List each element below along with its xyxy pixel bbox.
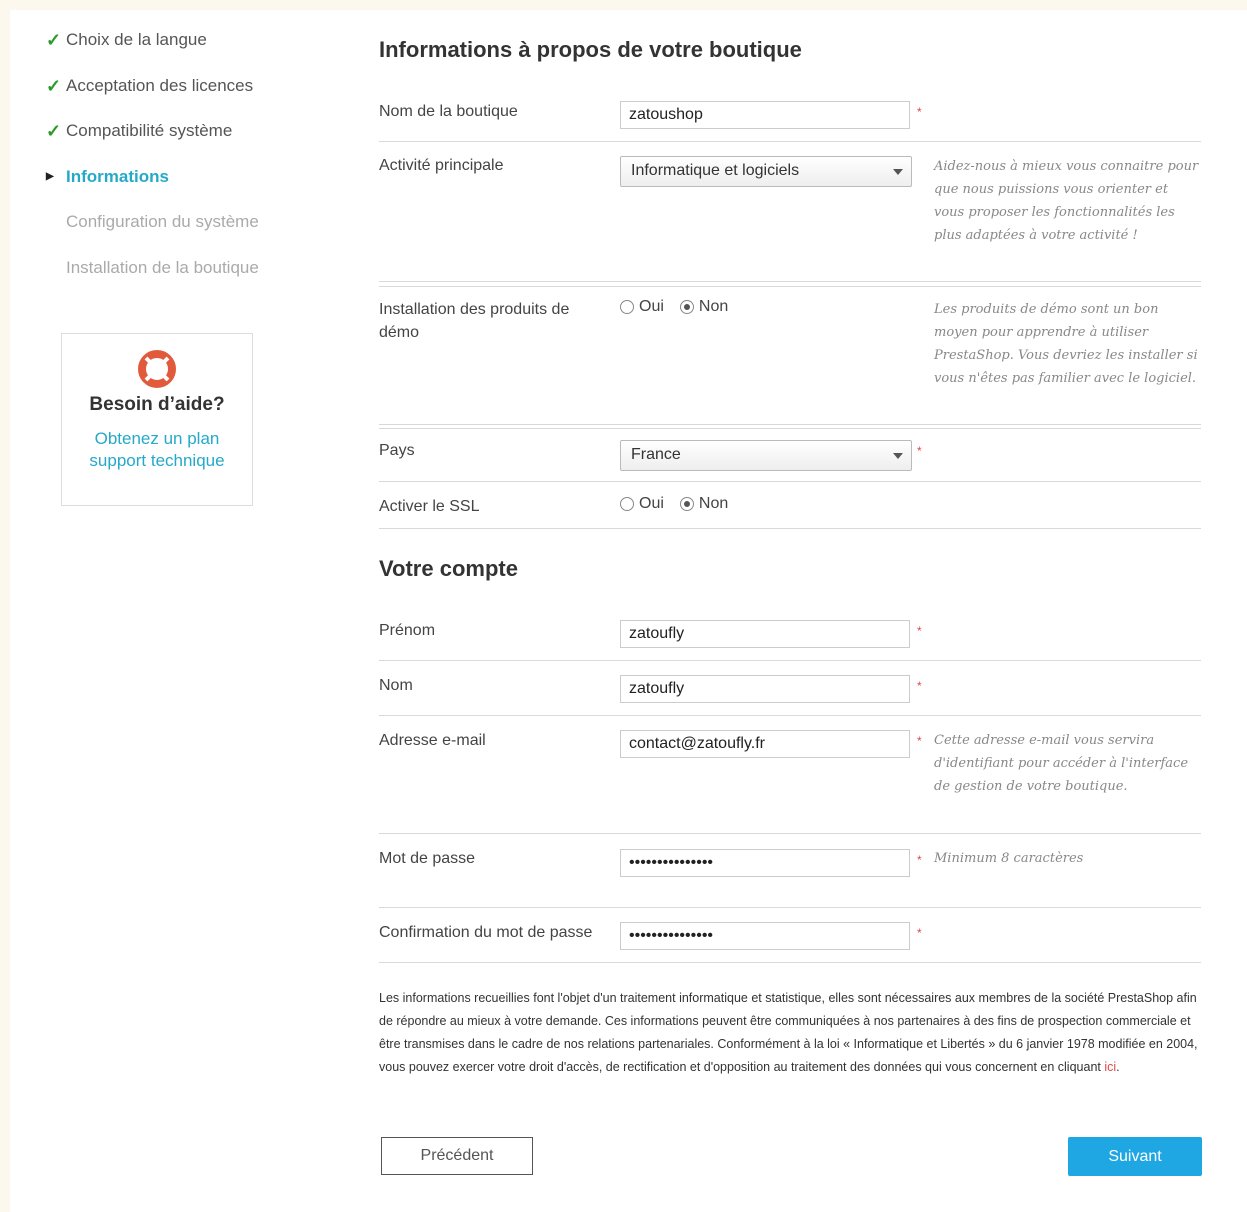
chevron-down-icon [893, 453, 903, 459]
firstname-input[interactable] [620, 620, 910, 648]
step-label: Compatibilité système [66, 121, 233, 140]
firstname-label: Prénom [379, 622, 436, 639]
lastname-label: Nom [379, 677, 413, 694]
email-hint: Cette adresse e-mail vous servira d'iden… [934, 733, 1189, 794]
steps-list: ✓ Choix de la langue ✓ Acceptation des l… [46, 30, 306, 303]
arrow-right-icon: ▶ [46, 170, 54, 182]
check-icon: ✓ [46, 75, 62, 96]
step-label: Choix de la langue [66, 30, 207, 49]
radio-checked-icon [679, 300, 694, 314]
email-row: Adresse e-mail * Cette adresse e-mail vo… [379, 715, 1201, 834]
activity-select[interactable]: Informatique et logiciels [620, 156, 912, 187]
activity-hint: Aidez-nous à mieux vous connaitre pour q… [934, 159, 1199, 243]
ssl-yes-radio[interactable]: Oui [620, 495, 664, 513]
radio-unchecked-icon [620, 497, 634, 511]
step-language: ✓ Choix de la langue [46, 30, 306, 76]
demo-products-hint: Les produits de démo sont un bon moyen p… [934, 302, 1198, 386]
ssl-label: Activer le SSL [379, 498, 480, 515]
step-system-config: Configuration du système [46, 212, 306, 258]
account-heading: Votre compte [379, 556, 518, 581]
previous-button[interactable]: Précédent [381, 1137, 533, 1175]
check-icon: ✓ [46, 30, 62, 50]
chevron-down-icon [893, 169, 903, 175]
password-hint: Minimum 8 caractères [934, 851, 1084, 866]
legal-link[interactable]: ici [1104, 1060, 1116, 1074]
help-title: Besoin d’aide? [89, 394, 225, 415]
email-input[interactable] [620, 730, 910, 758]
radio-label: Oui [639, 495, 664, 512]
activity-row: Activité principale Informatique et logi… [379, 141, 1201, 282]
help-box: Besoin d’aide? Obtenez un plan support t… [61, 333, 253, 506]
store-info-heading: Informations à propos de votre boutique [379, 37, 802, 62]
step-label: Informations [66, 166, 169, 186]
required-mark: * [917, 926, 922, 940]
ssl-no-radio[interactable]: Non [679, 495, 729, 513]
demo-products-radios: Oui Non [620, 298, 744, 316]
lifebuoy-icon [138, 350, 176, 388]
country-select[interactable]: France [620, 440, 912, 471]
confirm-password-row: Confirmation du mot de passe * [379, 907, 1201, 963]
legal-text: Les informations recueillies font l'obje… [379, 991, 1198, 1074]
step-label: Installation de la boutique [66, 257, 259, 277]
radio-label: Oui [639, 298, 664, 315]
country-row: Pays France * [379, 428, 1201, 482]
ssl-row: Activer le SSL Oui Non [379, 481, 1201, 529]
step-informations: ▶ Informations [46, 167, 306, 213]
confirm-password-input[interactable] [620, 922, 910, 950]
step-label: Acceptation des licences [66, 75, 254, 95]
radio-unchecked-icon [620, 300, 634, 314]
required-mark: * [917, 444, 922, 458]
ssl-radios: Oui Non [620, 495, 744, 513]
password-row: Mot de passe * Minimum 8 caractères [379, 833, 1201, 908]
radio-checked-icon [679, 497, 694, 511]
lastname-input[interactable] [620, 675, 910, 703]
radio-label: Non [698, 298, 729, 315]
step-licenses: ✓ Acceptation des licences [46, 76, 306, 122]
lastname-row: Nom * [379, 660, 1201, 716]
step-label: Configuration du système [66, 212, 259, 231]
country-selected-value: France [631, 446, 681, 463]
country-label: Pays [379, 442, 415, 459]
email-label: Adresse e-mail [379, 732, 486, 749]
required-mark: * [917, 679, 922, 693]
check-icon: ✓ [46, 121, 62, 141]
demo-products-label: Installation des produits de démo [379, 301, 570, 341]
next-button[interactable]: Suivant [1068, 1137, 1202, 1176]
password-input[interactable] [620, 849, 910, 877]
required-mark: * [917, 853, 922, 867]
installer-page: ✓ Choix de la langue ✓ Acceptation des l… [10, 10, 1247, 1212]
support-plan-link[interactable]: Obtenez un plan support technique [62, 428, 252, 472]
activity-label: Activité principale [379, 157, 504, 174]
radio-label: Non [698, 495, 729, 512]
store-name-input[interactable] [620, 101, 910, 129]
activity-selected-value: Informatique et logiciels [631, 162, 800, 179]
step-store-install: Installation de la boutique [46, 258, 306, 304]
required-mark: * [917, 624, 922, 638]
legal-end: . [1116, 1060, 1120, 1074]
required-mark: * [917, 734, 922, 748]
demo-no-radio[interactable]: Non [679, 298, 729, 316]
store-name-label: Nom de la boutique [379, 103, 518, 120]
step-compatibility: ✓ Compatibilité système [46, 121, 306, 167]
password-label: Mot de passe [379, 850, 476, 867]
demo-products-row: Installation des produits de démo Oui No… [379, 286, 1201, 425]
legal-notice: Les informations recueillies font l'obje… [379, 987, 1201, 1079]
demo-yes-radio[interactable]: Oui [620, 298, 664, 316]
confirm-password-label: Confirmation du mot de passe [379, 924, 593, 941]
firstname-row: Prénom * [379, 614, 1201, 661]
required-mark: * [917, 105, 922, 119]
store-name-row: Nom de la boutique * [379, 95, 1201, 142]
